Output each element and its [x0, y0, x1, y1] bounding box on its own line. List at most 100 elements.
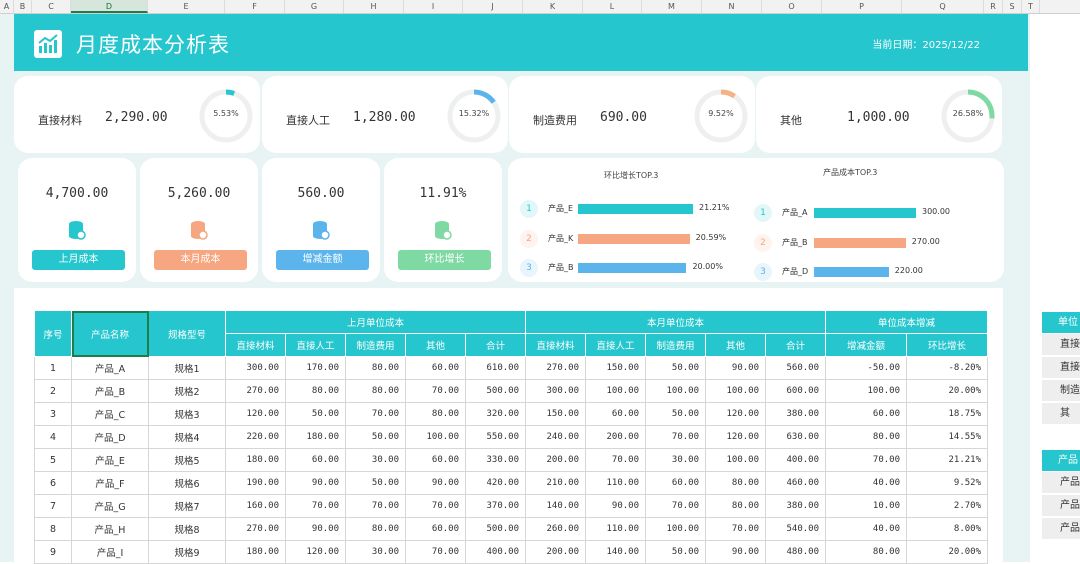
- table-cell[interactable]: 70.00: [345, 494, 406, 518]
- table-cell[interactable]: 70.00: [285, 494, 346, 518]
- table-cell[interactable]: 产品_E: [71, 448, 149, 472]
- table-cell[interactable]: 120.00: [705, 425, 766, 449]
- table-cell[interactable]: 规格3: [148, 402, 226, 426]
- table-cell[interactable]: 80.00: [345, 517, 406, 541]
- table-cell[interactable]: 80.00: [345, 356, 406, 380]
- table-cell[interactable]: 70.00: [645, 494, 706, 518]
- table-cell[interactable]: 60.00: [405, 356, 466, 380]
- table-cell[interactable]: 规格6: [148, 471, 226, 495]
- table-cell[interactable]: 610.00: [465, 356, 526, 380]
- table-cell[interactable]: 400.00: [765, 448, 826, 472]
- table-cell[interactable]: 60.00: [285, 448, 346, 472]
- column-header-g[interactable]: G: [285, 0, 344, 13]
- summary-label-button[interactable]: 本月成本: [154, 250, 247, 270]
- table-cell[interactable]: 140.00: [525, 494, 586, 518]
- table-cell[interactable]: 规格4: [148, 425, 226, 449]
- table-cell[interactable]: 420.00: [465, 471, 526, 495]
- summary-label-button[interactable]: 增减金额: [276, 250, 369, 270]
- table-cell[interactable]: 270.00: [525, 356, 586, 380]
- table-cell[interactable]: 产品_I: [71, 540, 149, 564]
- table-cell[interactable]: 90.00: [705, 540, 766, 564]
- table-cell[interactable]: 80.00: [405, 402, 466, 426]
- table-cell[interactable]: 300.00: [525, 379, 586, 403]
- table-cell[interactable]: 120.00: [705, 402, 766, 426]
- table-cell[interactable]: 90.00: [585, 494, 646, 518]
- table-cell[interactable]: 60.00: [645, 471, 706, 495]
- column-header-o[interactable]: O: [762, 0, 822, 13]
- table-cell[interactable]: 规格2: [148, 379, 226, 403]
- table-cell[interactable]: 40.00: [825, 517, 907, 541]
- table-cell[interactable]: 20.00%: [906, 540, 988, 564]
- table-cell[interactable]: 产品_G: [71, 494, 149, 518]
- column-header-t[interactable]: T: [1022, 0, 1040, 13]
- table-cell[interactable]: 产品_A: [71, 356, 149, 380]
- table-cell[interactable]: 170.00: [285, 356, 346, 380]
- table-cell[interactable]: 180.00: [225, 448, 286, 472]
- table-cell[interactable]: 100.00: [405, 425, 466, 449]
- column-header-j[interactable]: J: [463, 0, 523, 13]
- table-cell[interactable]: 9.52%: [906, 471, 988, 495]
- table-cell[interactable]: 8.00%: [906, 517, 988, 541]
- table-cell[interactable]: 100.00: [645, 379, 706, 403]
- summary-label-button[interactable]: 上月成本: [32, 250, 125, 270]
- table-cell[interactable]: 90.00: [705, 356, 766, 380]
- table-cell[interactable]: 100.00: [705, 379, 766, 403]
- table-cell[interactable]: 70.00: [405, 379, 466, 403]
- table-cell[interactable]: 560.00: [765, 356, 826, 380]
- table-cell[interactable]: 260.00: [525, 517, 586, 541]
- table-cell[interactable]: 60.00: [825, 402, 907, 426]
- table-cell[interactable]: 110.00: [585, 471, 646, 495]
- table-cell[interactable]: 1: [34, 356, 72, 380]
- table-cell[interactable]: 600.00: [765, 379, 826, 403]
- column-header-k[interactable]: K: [523, 0, 583, 13]
- table-cell[interactable]: 5: [34, 448, 72, 472]
- table-cell[interactable]: 70.00: [585, 448, 646, 472]
- header-product-name[interactable]: 产品名称: [71, 310, 149, 357]
- table-cell[interactable]: 20.00%: [906, 379, 988, 403]
- table-cell[interactable]: 120.00: [225, 402, 286, 426]
- table-cell[interactable]: 50.00: [345, 425, 406, 449]
- table-cell[interactable]: 规格5: [148, 448, 226, 472]
- table-cell[interactable]: 产品_H: [71, 517, 149, 541]
- table-cell[interactable]: 380.00: [765, 402, 826, 426]
- table-cell[interactable]: 8: [34, 517, 72, 541]
- table-cell[interactable]: 80.00: [825, 540, 907, 564]
- table-cell[interactable]: 140.00: [585, 540, 646, 564]
- table-cell[interactable]: 产品_D: [71, 425, 149, 449]
- table-cell[interactable]: 90.00: [285, 517, 346, 541]
- table-cell[interactable]: 630.00: [765, 425, 826, 449]
- table-cell[interactable]: 产品_C: [71, 402, 149, 426]
- column-header-l[interactable]: L: [583, 0, 642, 13]
- column-header-s[interactable]: S: [1003, 0, 1022, 13]
- table-cell[interactable]: 70.00: [405, 494, 466, 518]
- column-header-m[interactable]: M: [642, 0, 702, 13]
- table-cell[interactable]: 80.00: [705, 471, 766, 495]
- table-cell[interactable]: 4: [34, 425, 72, 449]
- table-cell[interactable]: 480.00: [765, 540, 826, 564]
- table-cell[interactable]: 320.00: [465, 402, 526, 426]
- table-cell[interactable]: 210.00: [525, 471, 586, 495]
- table-cell[interactable]: 规格7: [148, 494, 226, 518]
- table-cell[interactable]: 100.00: [825, 379, 907, 403]
- table-cell[interactable]: 7: [34, 494, 72, 518]
- table-cell[interactable]: 50.00: [645, 356, 706, 380]
- table-cell[interactable]: 80.00: [705, 494, 766, 518]
- column-header-c[interactable]: C: [32, 0, 71, 13]
- column-header-a[interactable]: A: [0, 0, 14, 13]
- table-cell[interactable]: 100.00: [645, 517, 706, 541]
- table-cell[interactable]: 30.00: [345, 540, 406, 564]
- table-cell[interactable]: 240.00: [525, 425, 586, 449]
- table-cell[interactable]: 200.00: [525, 448, 586, 472]
- table-cell[interactable]: -50.00: [825, 356, 907, 380]
- column-header-r[interactable]: R: [984, 0, 1003, 13]
- table-cell[interactable]: 70.00: [645, 425, 706, 449]
- table-cell[interactable]: 60.00: [405, 517, 466, 541]
- table-cell[interactable]: 2: [34, 379, 72, 403]
- table-cell[interactable]: 270.00: [225, 379, 286, 403]
- table-cell[interactable]: 160.00: [225, 494, 286, 518]
- table-cell[interactable]: 2.70%: [906, 494, 988, 518]
- table-cell[interactable]: 70.00: [345, 402, 406, 426]
- table-cell[interactable]: 产品_B: [71, 379, 149, 403]
- table-cell[interactable]: 190.00: [225, 471, 286, 495]
- table-cell[interactable]: 18.75%: [906, 402, 988, 426]
